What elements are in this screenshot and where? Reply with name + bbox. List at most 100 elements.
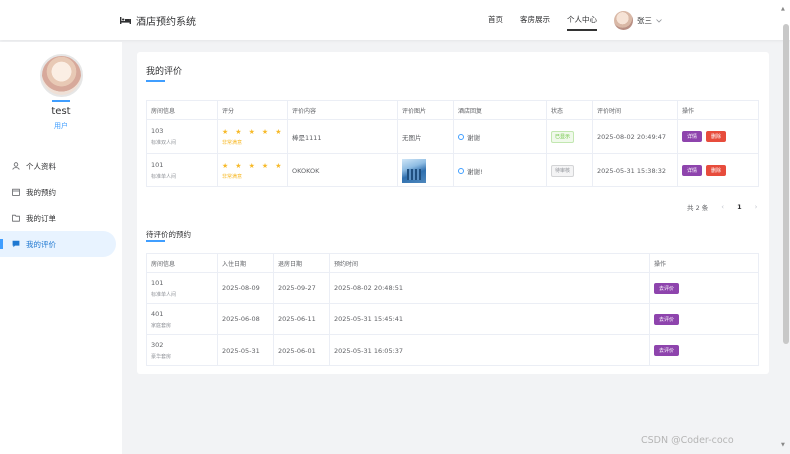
page-title: 我的评价 bbox=[146, 67, 183, 77]
nav-home[interactable]: 首页 bbox=[488, 0, 503, 40]
checkin-date: 2025-06-08 bbox=[218, 304, 274, 334]
column-header: 操作 bbox=[682, 107, 695, 115]
image-cell bbox=[398, 154, 454, 187]
table-header: 房间信息 入住日期 退房日期 预约时间 操作 bbox=[147, 254, 758, 273]
chevron-down-icon bbox=[656, 18, 662, 23]
hotel-reply: 谢谢 bbox=[458, 132, 546, 142]
avatar bbox=[614, 11, 633, 30]
star-rating: ★ ★ ★ ★ ★ bbox=[222, 161, 284, 170]
table-row: 401 家庭套房 2025-06-08 2025-06-11 2025-05-3… bbox=[147, 304, 758, 335]
scroll-down-icon[interactable]: ▼ bbox=[781, 442, 785, 448]
sidebar-item-profile[interactable]: 个人资料 bbox=[0, 153, 122, 179]
booking-time: 2025-05-31 16:05:37 bbox=[330, 335, 650, 366]
pending-table: 房间信息 入住日期 退房日期 预约时间 操作 101 标准单人间 2025-08… bbox=[146, 253, 759, 366]
room-number: 101 bbox=[151, 278, 164, 287]
column-header: 房间信息 bbox=[147, 254, 218, 272]
comment-icon bbox=[12, 240, 20, 248]
scroll-up-icon[interactable]: ▲ bbox=[781, 6, 785, 12]
user-menu[interactable]: 张三 bbox=[614, 11, 662, 30]
title-underline bbox=[146, 80, 165, 82]
room-info-cell: 101 标准单人间 bbox=[147, 273, 218, 303]
column-header: 评价内容 bbox=[288, 101, 398, 119]
room-number: 401 bbox=[151, 309, 164, 318]
room-info-cell: 302 豪华套房 bbox=[147, 335, 218, 366]
page-scrollbar[interactable] bbox=[783, 24, 789, 344]
room-type: 豪华套房 bbox=[151, 354, 172, 360]
write-review-button[interactable]: 去评价 bbox=[654, 313, 680, 325]
booking-time: 2025-05-31 15:45:41 bbox=[330, 304, 650, 334]
delete-button[interactable]: 删除 bbox=[706, 131, 727, 142]
page-number[interactable]: 1 bbox=[737, 203, 742, 211]
delete-button[interactable]: 删除 bbox=[706, 165, 727, 176]
actions-cell: 详情 删除 bbox=[678, 120, 758, 153]
bed-icon bbox=[120, 17, 131, 24]
column-header: 预约时间 bbox=[330, 254, 650, 272]
action-buttons: 详情 删除 bbox=[682, 165, 758, 176]
table-row: 302 豪华套房 2025-05-31 2025-06-01 2025-05-3… bbox=[147, 335, 758, 366]
detail-button[interactable]: 详情 bbox=[682, 131, 703, 142]
status-badge: 待审核 bbox=[551, 164, 575, 177]
table-header: 房间信息 评分 评价内容 评价图片 酒店回复 状态 评价时间 操作 bbox=[147, 101, 758, 120]
column-header: 入住日期 bbox=[218, 254, 274, 272]
watermark: CSDN @Coder-coco bbox=[641, 435, 734, 446]
calendar-icon bbox=[12, 188, 20, 196]
column-header: 评分 bbox=[218, 101, 288, 119]
hotel-reply: 谢谢! bbox=[458, 166, 546, 176]
column-header: 操作 bbox=[654, 260, 667, 268]
actions-cell: 去评价 bbox=[650, 335, 758, 366]
checkout-date: 2025-09-27 bbox=[274, 273, 330, 303]
status-badge: 已显示 bbox=[551, 130, 575, 143]
brand[interactable]: 酒店预约系统 bbox=[120, 13, 196, 28]
chat-icon bbox=[458, 167, 464, 174]
review-image: 无图片 bbox=[398, 120, 454, 153]
checkout-date: 2025-06-01 bbox=[274, 335, 330, 366]
status-cell: 已显示 bbox=[547, 120, 593, 153]
booking-time: 2025-08-02 20:48:51 bbox=[330, 273, 650, 303]
user-icon bbox=[12, 162, 20, 170]
sidebar-item-label: 我的订单 bbox=[26, 213, 56, 223]
section-title: 待评价的预约 bbox=[146, 230, 191, 239]
room-type: 标准单人间 bbox=[151, 174, 177, 180]
review-image-thumbnail[interactable] bbox=[402, 158, 426, 183]
reply-cell: 谢谢! bbox=[454, 154, 547, 187]
next-page-icon[interactable]: › bbox=[755, 203, 758, 211]
room-info-cell: 101 标准单人间 bbox=[147, 154, 218, 187]
detail-button[interactable]: 详情 bbox=[682, 165, 703, 176]
main-nav: 首页 客房展示 个人中心 bbox=[488, 0, 597, 40]
status-cell: 待审核 bbox=[547, 154, 593, 187]
sidebar-item-orders[interactable]: 我的订单 bbox=[0, 205, 122, 231]
review-time: 2025-05-31 15:38:32 bbox=[593, 154, 678, 187]
nav-rooms[interactable]: 客房展示 bbox=[520, 0, 550, 40]
write-review-button[interactable]: 去评价 bbox=[654, 282, 680, 294]
checkin-date: 2025-05-31 bbox=[218, 335, 274, 366]
review-time: 2025-08-02 20:49:47 bbox=[593, 120, 678, 153]
room-type: 标准双人间 bbox=[151, 140, 177, 146]
sidebar-item-reviews[interactable]: 我的评价 bbox=[0, 231, 116, 257]
sidebar-menu: 个人资料 我的预约 我的订单 我的评价 bbox=[0, 153, 122, 257]
rating-cell: ★ ★ ★ ★ ★ 非常满意 bbox=[218, 120, 288, 153]
profile-name: test bbox=[51, 106, 71, 117]
review-content: 棒是1111 bbox=[288, 120, 398, 153]
table-row: 103 标准双人间 ★ ★ ★ ★ ★ 非常满意 棒是1111 无图片 谢谢 已… bbox=[147, 120, 758, 154]
sidebar: test 用户 个人资料 我的预约 我的订单 我的评价 bbox=[0, 42, 122, 454]
room-info-cell: 103 标准双人间 bbox=[147, 120, 218, 153]
section-underline bbox=[146, 240, 165, 242]
rating-text: 非常满意 bbox=[222, 139, 243, 146]
table-row: 101 标准单人间 ★ ★ ★ ★ ★ 非常满意 OKOKOK 谢谢! 待审核 … bbox=[147, 154, 758, 187]
checkin-date: 2025-08-09 bbox=[218, 273, 274, 303]
avatar-underline bbox=[52, 100, 70, 102]
nav-personal-center[interactable]: 个人中心 bbox=[567, 0, 597, 40]
prev-page-icon[interactable]: ‹ bbox=[721, 203, 724, 211]
column-header: 房间信息 bbox=[147, 101, 218, 119]
room-type: 家庭套房 bbox=[151, 322, 172, 329]
reply-cell: 谢谢 bbox=[454, 120, 547, 153]
sidebar-item-reservations[interactable]: 我的预约 bbox=[0, 179, 122, 205]
room-info-cell: 401 家庭套房 bbox=[147, 304, 218, 334]
actions-cell: 详情 删除 bbox=[678, 154, 758, 187]
profile-avatar bbox=[40, 54, 83, 97]
actions-cell: 去评价 bbox=[650, 304, 758, 334]
column-header: 评价时间 bbox=[593, 101, 678, 119]
column-header: 评价图片 bbox=[398, 101, 454, 119]
chat-icon bbox=[458, 133, 464, 140]
write-review-button[interactable]: 去评价 bbox=[654, 345, 680, 356]
